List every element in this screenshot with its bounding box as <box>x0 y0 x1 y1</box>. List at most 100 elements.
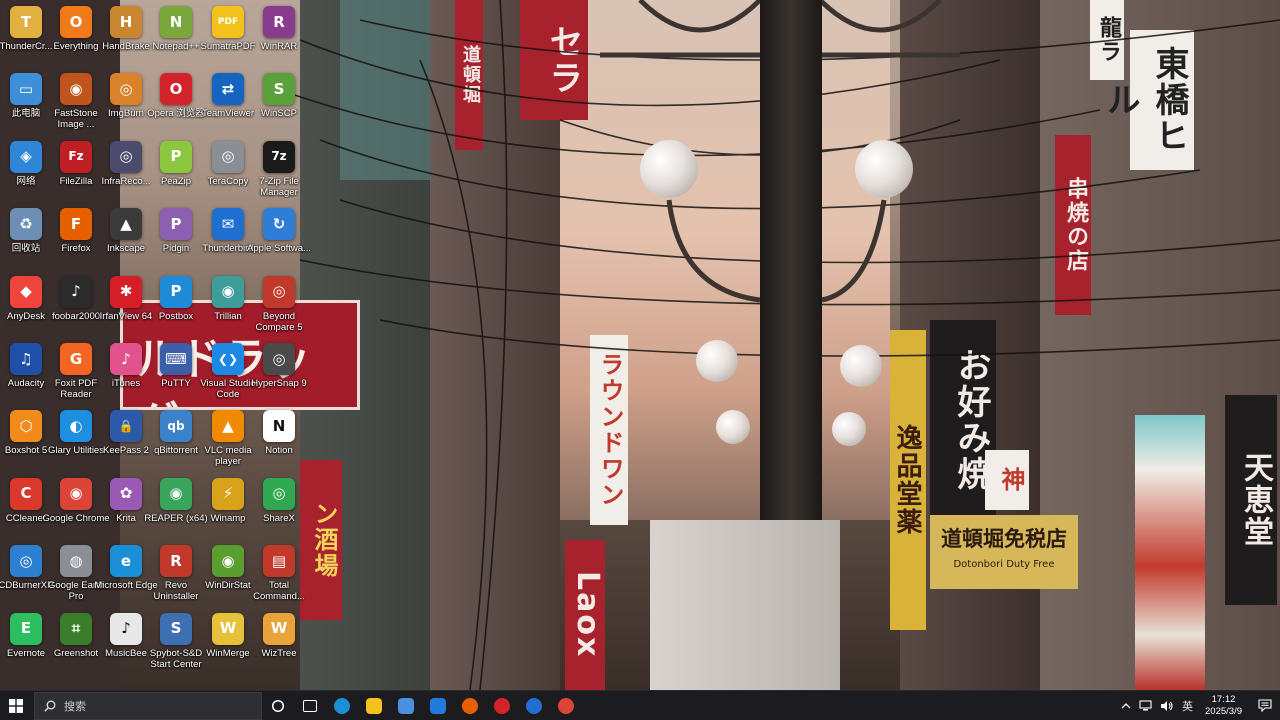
desktop-icon-wiztree[interactable]: W WizTree <box>245 611 313 677</box>
input-method-indicator[interactable]: 英 <box>1178 691 1197 720</box>
winrar-icon: R <box>263 6 295 38</box>
desktop-icon-notion[interactable]: N Notion <box>245 408 313 474</box>
start-button[interactable] <box>0 691 32 720</box>
irfanview-icon: ✱ <box>110 275 142 308</box>
spybot-icon: S <box>160 612 192 645</box>
desktop-icon-total-commander[interactable]: ▤ Total Command... <box>245 543 313 609</box>
windirstat-icon: ◉ <box>212 545 244 578</box>
postbox-icon: P <box>160 275 192 308</box>
this-pc-icon: ▭ <box>10 73 42 106</box>
keepass-icon: 🔒 <box>110 410 142 443</box>
folder-icon <box>366 697 382 714</box>
tray-overflow-button[interactable] <box>1117 691 1135 720</box>
wallpaper-lamp <box>716 410 750 444</box>
sharex-icon: ◎ <box>263 477 295 510</box>
revo-uninstaller-icon: R <box>160 545 192 578</box>
chrome-icon: ◉ <box>60 477 92 510</box>
glary-utilities-icon: ◐ <box>60 410 92 443</box>
taskbar-button-task-view[interactable] <box>294 691 326 720</box>
thunderbird-icon <box>526 697 542 714</box>
desktop-icon-winrar[interactable]: R WinRAR <box>245 4 313 70</box>
taskbar-button-chrome[interactable] <box>550 691 582 720</box>
desktop-icon-label: Notion <box>265 445 293 457</box>
taskbar-clock[interactable]: 17:12 2025/3/9 <box>1197 694 1250 718</box>
ccleaner-icon: C <box>10 477 42 510</box>
foobar2000-icon: ♪ <box>60 275 92 308</box>
desktop-icon-label: WinRAR <box>260 41 298 52</box>
greenshot-icon: ⌗ <box>60 612 92 645</box>
apple-software-update-icon: ↻ <box>263 208 295 241</box>
desktop-icon-apple-software-update[interactable]: ↻ Apple Softwa... <box>245 206 313 272</box>
notion-icon: N <box>263 410 295 443</box>
google-earth-icon: ◍ <box>60 545 92 578</box>
thunderbird-icon: ✉ <box>212 208 244 241</box>
opera-icon: O <box>160 73 192 106</box>
teamviewer-icon: ⇄ <box>212 73 244 106</box>
opera-icon <box>494 697 510 714</box>
system-tray: 英 17:12 2025/3/9 <box>1117 691 1280 720</box>
desktop-icon-label: ShareX <box>263 512 295 524</box>
faststone-icon: ◉ <box>60 73 92 106</box>
desktop-icon-label: WizTree <box>261 647 297 659</box>
cortana-button[interactable] <box>262 691 294 720</box>
taskbar-pinned-apps <box>294 691 582 720</box>
edge-icon <box>334 697 350 714</box>
vscode-icon: ❮❯ <box>212 343 244 375</box>
taskbar-button-mail[interactable] <box>422 691 454 720</box>
sumatrapdf-icon: PDF <box>212 6 244 38</box>
notification-center-button[interactable] <box>1250 691 1280 720</box>
taskbar-button-edge[interactable] <box>326 691 358 720</box>
task-view-icon <box>303 699 317 712</box>
imgburn-icon: ◎ <box>110 73 142 106</box>
desktop-icon-label: HyperSnap 9 <box>251 378 307 389</box>
tray-network-button[interactable] <box>1135 691 1156 720</box>
notification-icon <box>1258 699 1272 712</box>
peazip-icon: P <box>160 140 192 173</box>
speaker-icon <box>1161 700 1173 711</box>
wallpaper-lamp <box>696 340 738 382</box>
desktop-icon-beyond-compare[interactable]: ◎ Beyond Compare 5 <box>245 274 313 340</box>
wallpaper-lamp <box>840 345 882 387</box>
desktop-icon-label: WinSCP <box>261 108 297 120</box>
desktop-icon-winscp[interactable]: S WinSCP <box>245 71 313 137</box>
infrarecorder-icon: ◎ <box>110 140 142 173</box>
taskbar-button-firefox[interactable] <box>454 691 486 720</box>
qbittorrent-icon: qb <box>160 410 192 443</box>
winmerge-icon: W <box>212 612 244 645</box>
taskbar-button-thunderbird[interactable] <box>518 691 550 720</box>
cdburnerxp-icon: ◎ <box>10 545 42 578</box>
cortana-icon <box>271 699 285 712</box>
desktop-icon-label: Apple Softwa... <box>247 243 311 255</box>
desktop-icon-label: Total Command... <box>253 580 305 603</box>
firefox-icon: F <box>60 208 92 241</box>
putty-icon: ⌨ <box>160 343 192 375</box>
boxshot-icon: ⬡ <box>10 410 42 443</box>
notepadpp-icon: N <box>160 6 192 38</box>
taskbar-button-microsoft-store[interactable] <box>390 691 422 720</box>
vlc-icon: ▲ <box>212 410 244 443</box>
anydesk-icon: ◆ <box>10 275 42 308</box>
hypersnap-icon: ◎ <box>263 343 295 375</box>
desktop-icon-sharex[interactable]: ◎ ShareX <box>245 476 313 542</box>
tray-volume-button[interactable] <box>1156 691 1178 720</box>
mail-icon <box>430 697 446 714</box>
teracopy-icon: ◎ <box>212 140 244 173</box>
trillian-icon: ◉ <box>212 275 244 308</box>
taskbar: 搜索 英 17:12 2025/3/9 <box>0 690 1280 720</box>
desktop-icon-label: 7-Zip File Manager <box>259 175 299 198</box>
wiztree-icon: W <box>263 612 295 645</box>
search-placeholder: 搜索 <box>64 700 86 713</box>
desktop-icon-hypersnap[interactable]: ◎ HyperSnap 9 <box>245 341 313 407</box>
firefox-icon <box>462 697 478 714</box>
taskbar-button-file-explorer[interactable] <box>358 691 390 720</box>
reaper-icon: ◉ <box>160 477 192 510</box>
taskbar-search-box[interactable]: 搜索 <box>34 691 262 720</box>
total-commander-icon: ▤ <box>263 545 295 578</box>
foxit-icon: G <box>60 343 92 375</box>
evernote-icon: E <box>10 612 42 645</box>
windows-logo-icon <box>9 698 23 713</box>
wallpaper-lamp <box>855 140 913 198</box>
desktop-icon-sevenzip[interactable]: 7z 7-Zip File Manager <box>245 139 313 205</box>
taskbar-button-opera[interactable] <box>486 691 518 720</box>
clock-time: 17:12 <box>1211 693 1236 705</box>
